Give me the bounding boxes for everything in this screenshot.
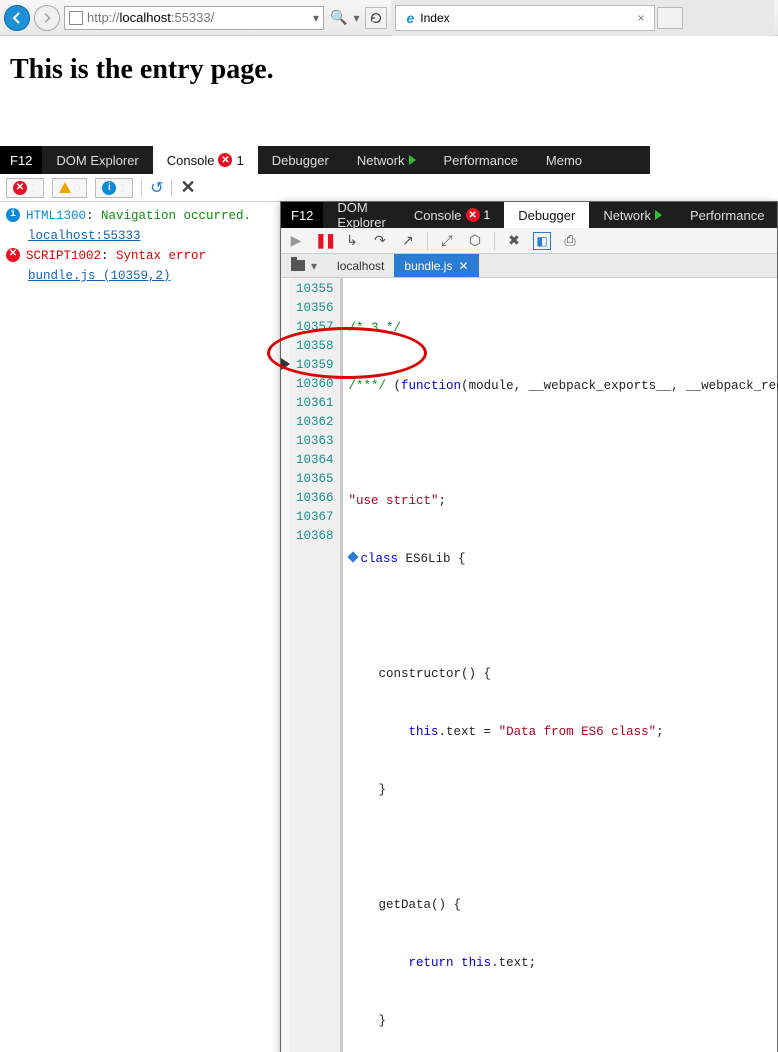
back-button[interactable] bbox=[4, 5, 30, 31]
devtools-debugger-window: F12 DOM Explorer Console ✕ 1 Debugger Ne… bbox=[280, 201, 778, 1052]
browser-tabs: e Index × bbox=[391, 0, 774, 36]
step-over-button[interactable]: ↷ bbox=[371, 232, 389, 249]
url-text: http://localhost:55333/ bbox=[87, 10, 309, 25]
msg-code: SCRIPT1002 bbox=[26, 249, 101, 263]
address-bar[interactable]: http://localhost:55333/ ▾ bbox=[64, 6, 324, 30]
filter-errors-count: 1 bbox=[30, 181, 37, 195]
breakpoint-gutter[interactable] bbox=[281, 278, 290, 1052]
debugger-toolbar: ▶ ❚❚ ↳ ↷ ↗ ⤢ ⬡ ✖ ◧ ⎙ bbox=[281, 228, 777, 254]
clear-button[interactable]: ✕ bbox=[180, 177, 195, 198]
breakpoint-marker-icon bbox=[347, 551, 358, 562]
dropdown-icon[interactable]: ▾ bbox=[313, 11, 319, 25]
tab-performance[interactable]: Performance bbox=[430, 146, 532, 174]
pause-button[interactable]: ❚❚ bbox=[315, 232, 333, 249]
arrow-right-icon bbox=[41, 12, 53, 24]
ie-logo-icon: e bbox=[406, 10, 414, 26]
filter-warnings[interactable]: 0 bbox=[52, 178, 88, 198]
tab-memory[interactable]: Memo bbox=[532, 146, 596, 174]
current-line-arrow-icon bbox=[281, 358, 290, 370]
info-icon: i bbox=[6, 208, 20, 222]
file-tab-localhost[interactable]: localhost bbox=[327, 254, 394, 277]
filter-errors[interactable]: ✕ 1 bbox=[6, 178, 44, 198]
file-tab-bundle[interactable]: bundle.js ✕ bbox=[394, 254, 478, 277]
msg-text: Navigation occurred. bbox=[101, 209, 251, 223]
devtools2-tabstrip: F12 DOM Explorer Console ✕ 1 Debugger Ne… bbox=[281, 202, 777, 228]
clear-on-navigate-icon[interactable]: ↺ bbox=[150, 178, 163, 198]
refresh-button[interactable] bbox=[365, 7, 387, 29]
file-tab-label: bundle.js bbox=[404, 259, 452, 273]
tab-console[interactable]: Console ✕ 1 bbox=[400, 202, 504, 228]
error-icon: ✕ bbox=[13, 181, 27, 195]
info-icon: i bbox=[102, 181, 116, 195]
step-out-button[interactable]: ↗ bbox=[399, 232, 417, 249]
exception-behavior-button[interactable]: ⬡ bbox=[466, 232, 484, 249]
search-dropdown-icon[interactable]: ▾ bbox=[353, 11, 359, 25]
forward-button[interactable] bbox=[34, 5, 60, 31]
f12-label: F12 bbox=[0, 146, 42, 174]
tab-debugger[interactable]: Debugger bbox=[504, 202, 589, 228]
error-count: 1 bbox=[484, 208, 491, 222]
record-icon bbox=[409, 155, 416, 165]
tab-network[interactable]: Network bbox=[343, 146, 430, 174]
folder-icon bbox=[291, 260, 305, 271]
tab-debugger[interactable]: Debugger bbox=[258, 146, 343, 174]
tab-dom-explorer[interactable]: DOM Explorer bbox=[42, 146, 152, 174]
tab-network[interactable]: Network bbox=[589, 202, 676, 228]
close-tab-button[interactable]: × bbox=[637, 11, 644, 25]
separator bbox=[171, 179, 172, 197]
tab-performance[interactable]: Performance bbox=[676, 202, 778, 228]
just-my-code-button[interactable]: ◧ bbox=[533, 232, 551, 250]
file-tabstrip: ▾ localhost bundle.js ✕ bbox=[281, 254, 777, 278]
folder-picker[interactable]: ▾ bbox=[281, 254, 327, 277]
tab-dom-explorer[interactable]: DOM Explorer bbox=[323, 202, 399, 228]
tab-network-label: Network bbox=[603, 208, 651, 223]
msg-text: Syntax error bbox=[116, 249, 206, 263]
tab-console-label: Console bbox=[414, 208, 462, 223]
tab-network-label: Network bbox=[357, 153, 405, 168]
page-body: This is the entry page. bbox=[0, 36, 778, 146]
disconnect-button[interactable]: ✖ bbox=[505, 232, 523, 249]
separator bbox=[494, 232, 495, 250]
separator bbox=[141, 179, 142, 197]
tab-console[interactable]: Console ✕ 1 bbox=[153, 146, 258, 174]
code-editor: 10355 10356 10357 10358 10359 10360 1036… bbox=[281, 278, 777, 1052]
pretty-print-button[interactable]: ⎙ bbox=[561, 232, 579, 249]
new-tab-button[interactable] bbox=[657, 7, 683, 29]
tab-title: Index bbox=[420, 11, 631, 25]
error-count: 1 bbox=[236, 153, 243, 168]
continue-button[interactable]: ▶ bbox=[287, 232, 305, 249]
filter-info-count: 1 bbox=[119, 181, 126, 195]
code-lines[interactable]: /* 3 */ /***/ (function(module, __webpac… bbox=[343, 278, 778, 1052]
break-new-worker-button[interactable]: ⤢ bbox=[438, 232, 456, 249]
page-icon bbox=[69, 11, 83, 25]
f12-label: F12 bbox=[281, 202, 323, 228]
close-file-button[interactable]: ✕ bbox=[458, 259, 468, 273]
devtools1-tabstrip: F12 DOM Explorer Console ✕ 1 Debugger Ne… bbox=[0, 146, 650, 174]
page-heading: This is the entry page. bbox=[10, 54, 768, 86]
console-toolbar: ✕ 1 0 i 1 ↺ ✕ bbox=[0, 174, 650, 202]
arrow-left-icon bbox=[10, 11, 24, 25]
msg-code: HTML1300 bbox=[26, 209, 86, 223]
browser-toolbar: http://localhost:55333/ ▾ 🔍 ▾ e Index × bbox=[0, 0, 778, 36]
refresh-icon bbox=[369, 11, 383, 25]
tab-console-label: Console bbox=[167, 153, 215, 168]
step-into-button[interactable]: ↳ bbox=[343, 232, 361, 249]
record-icon bbox=[655, 210, 662, 220]
warning-icon bbox=[59, 182, 71, 193]
search-icon[interactable]: 🔍 bbox=[330, 9, 347, 26]
error-badge-icon: ✕ bbox=[466, 208, 480, 222]
error-badge-icon: ✕ bbox=[218, 153, 232, 167]
filter-info[interactable]: i 1 bbox=[95, 178, 133, 198]
line-number-gutter: 10355 10356 10357 10358 10359 10360 1036… bbox=[290, 278, 343, 1052]
browser-tab-index[interactable]: e Index × bbox=[395, 5, 655, 31]
separator bbox=[427, 232, 428, 250]
error-icon: ✕ bbox=[6, 248, 20, 262]
filter-warnings-count: 0 bbox=[74, 181, 81, 195]
